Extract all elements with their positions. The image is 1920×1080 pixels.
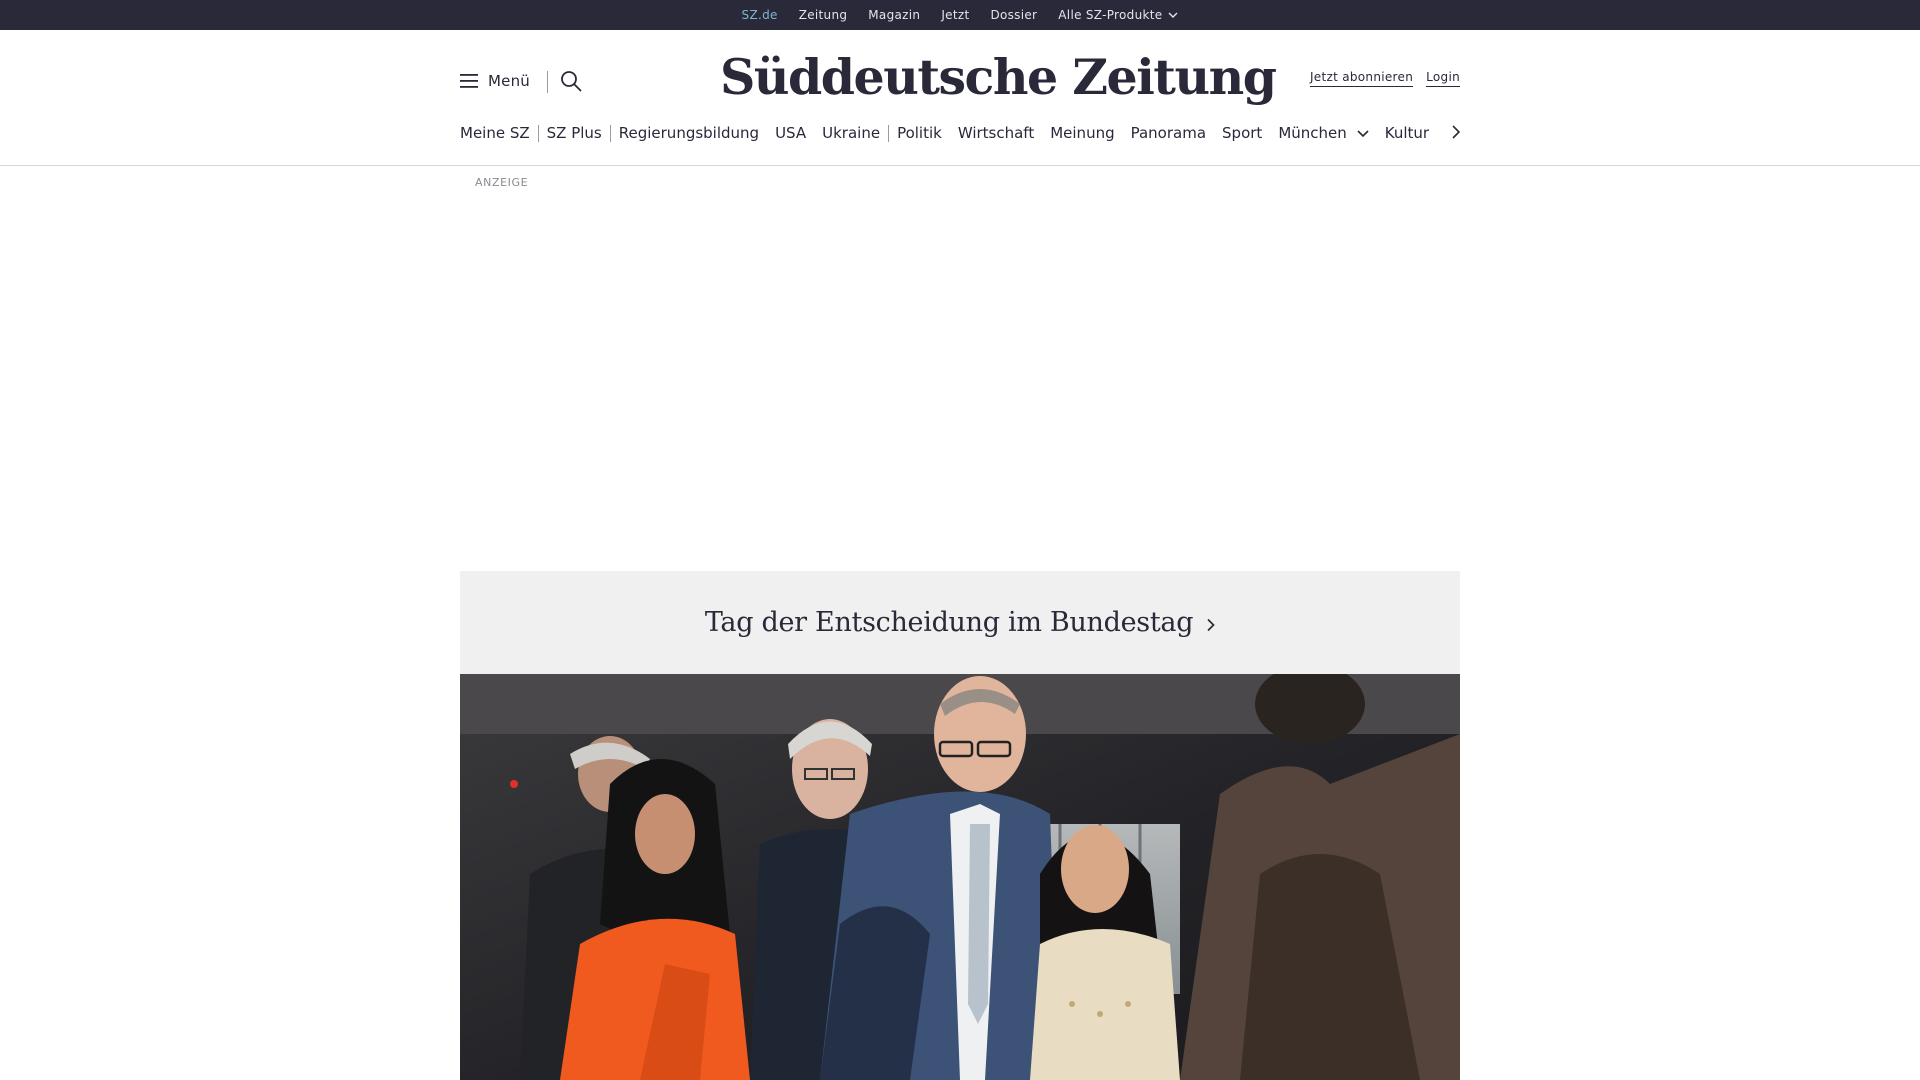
menu-button[interactable]: Menü: [460, 72, 530, 90]
chevron-down-icon: [1168, 12, 1178, 18]
nav-item-wirtschaft[interactable]: Wirtschaft: [950, 124, 1042, 142]
topic-title: Tag der Entscheidung im Bundestag: [704, 607, 1194, 638]
chevron-down-icon: [1357, 129, 1369, 137]
ad-label: ANZEIGE: [475, 176, 529, 189]
subscribe-link[interactable]: Jetzt abonnieren: [1309, 70, 1414, 87]
topbar-link-dossier[interactable]: Dossier: [990, 8, 1037, 22]
topbar-link-jetzt[interactable]: Jetzt: [941, 8, 969, 22]
product-bar: SZ.de Zeitung Magazin Jetzt Dossier Alle…: [0, 0, 1920, 34]
main-navigation: Meine SZ SZ Plus Regierungsbildung USA U…: [460, 118, 1460, 148]
divider: [547, 71, 548, 93]
nav-item-sport[interactable]: Sport: [1214, 124, 1270, 142]
topic-banner[interactable]: Tag der Entscheidung im Bundestag: [460, 571, 1460, 674]
nav-item-panorama[interactable]: Panorama: [1123, 124, 1214, 142]
nav-item-politik[interactable]: Politik: [889, 124, 950, 142]
hero-image[interactable]: [460, 674, 1460, 1080]
login-link[interactable]: Login: [1426, 70, 1460, 87]
topbar-link-label: Alle SZ-Produkte: [1058, 8, 1163, 22]
account-actions: Jetzt abonnieren Login: [1309, 70, 1460, 87]
topbar-link-magazin[interactable]: Magazin: [868, 8, 920, 22]
chevron-right-icon: [1207, 614, 1215, 632]
site-logo[interactable]: Süddeutsche Zeitung: [720, 42, 1277, 112]
nav-item-ukraine[interactable]: Ukraine: [814, 124, 888, 142]
site-header: Menü Süddeutsche Zeitung Jetzt abonniere…: [0, 30, 1920, 166]
topbar-link-zeitung[interactable]: Zeitung: [799, 8, 848, 22]
topbar-link-label: Magazin: [868, 8, 921, 22]
hamburger-icon: [460, 74, 478, 88]
chevron-right-icon: [1452, 125, 1460, 139]
nav-item-label: München: [1278, 124, 1347, 142]
topbar-link-szde[interactable]: SZ.de: [741, 8, 778, 34]
nav-item-sz-plus[interactable]: SZ Plus: [539, 124, 610, 142]
nav-item-meinung[interactable]: Meinung: [1042, 124, 1122, 142]
nav-item-regierungsbildung[interactable]: Regierungsbildung: [611, 124, 767, 142]
topbar-link-label: Zeitung: [798, 8, 848, 22]
search-button[interactable]: [560, 70, 582, 92]
topbar-link-alle-produkte[interactable]: Alle SZ-Produkte: [1058, 8, 1178, 22]
nav-item-muenchen[interactable]: München: [1270, 124, 1376, 142]
nav-scroll-right-button[interactable]: [1452, 125, 1460, 139]
topbar-link-label: Dossier: [990, 8, 1038, 22]
nav-item-kultur[interactable]: Kultur: [1377, 124, 1437, 142]
topbar-link-label: SZ.de: [741, 8, 778, 22]
nav-item-meine-sz[interactable]: Meine SZ: [460, 124, 538, 142]
menu-label: Menü: [488, 72, 530, 90]
topbar-link-label: Jetzt: [941, 8, 970, 22]
nav-item-usa[interactable]: USA: [767, 124, 814, 142]
search-icon: [560, 70, 582, 92]
